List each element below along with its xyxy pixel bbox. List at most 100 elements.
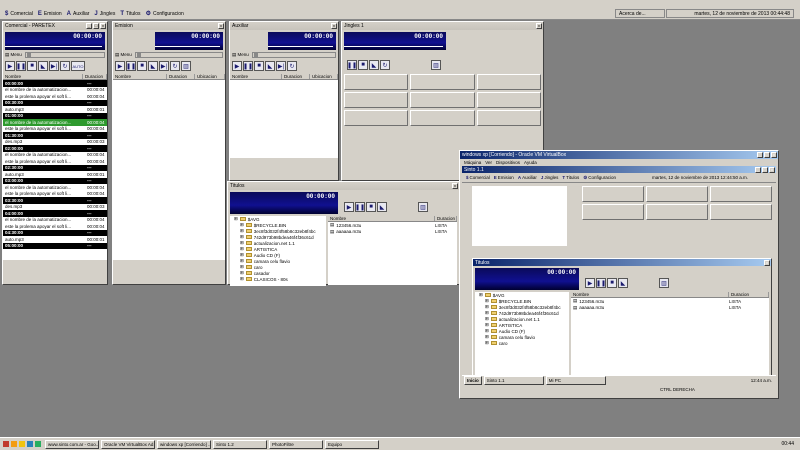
menu-item-jingles[interactable]: J Jingles bbox=[94, 11, 115, 17]
fade-button[interactable]: ◣ bbox=[38, 61, 48, 71]
vm-start-button[interactable]: Inicio bbox=[464, 376, 482, 385]
fade-button[interactable]: ◣ bbox=[618, 278, 628, 288]
pause-button[interactable]: ❚❚ bbox=[126, 61, 136, 71]
playlist-row[interactable]: auto.mp3 00:00:01 bbox=[3, 236, 107, 243]
playlist-row[interactable]: este la prolema apoyar el soft li... 00:0… bbox=[3, 93, 107, 100]
clear-button[interactable]: ▥ bbox=[418, 202, 428, 212]
menu-item-auxiliar[interactable]: A Auxiliar bbox=[67, 11, 90, 17]
loop-button[interactable]: ↻ bbox=[380, 60, 390, 70]
emision-menu-link[interactable]: ▤ Menu bbox=[115, 52, 132, 58]
fade-button[interactable]: ◣ bbox=[148, 61, 158, 71]
file-row[interactable]: ▤ aaaaaa.m3u LISTA bbox=[328, 229, 457, 236]
hour-marker-row[interactable]: 03:30:00 --- bbox=[3, 197, 107, 204]
about-button[interactable]: Acerca de... bbox=[615, 9, 665, 18]
jingle-slot[interactable] bbox=[476, 92, 541, 108]
auxiliar-menu-link[interactable]: ▤ Menu bbox=[232, 52, 249, 58]
file-row[interactable]: ▤ 123456.m3u LISTA bbox=[571, 298, 769, 305]
playlist-row[interactable]: este la prolema apoyar el soft li... 00:0… bbox=[3, 191, 107, 198]
vm-menu-item[interactable]: Ayuda bbox=[524, 160, 537, 165]
auxiliar-list[interactable] bbox=[230, 80, 338, 158]
loop-button[interactable]: ↻ bbox=[60, 61, 70, 71]
emision-slider[interactable] bbox=[134, 52, 223, 58]
expand-icon[interactable]: ⊞ bbox=[240, 276, 244, 282]
hour-marker-row[interactable]: 00:00:00 --- bbox=[3, 80, 107, 87]
playlist-row[interactable]: el nombre de la automatizacion... 00:00:0… bbox=[3, 119, 107, 126]
jingle-slot[interactable] bbox=[476, 74, 541, 90]
clear-button[interactable]: ▥ bbox=[431, 60, 441, 70]
jingle-slot[interactable] bbox=[582, 204, 644, 220]
expand-icon[interactable]: ⊞ bbox=[479, 292, 483, 298]
clear-button[interactable]: ▥ bbox=[659, 278, 669, 288]
playlist-row[interactable]: este la prolema apoyar el soft li... 00:0… bbox=[3, 158, 107, 165]
stop-button[interactable]: ■ bbox=[254, 61, 264, 71]
pause-button[interactable]: ❚❚ bbox=[596, 278, 606, 288]
close-button[interactable]: x bbox=[218, 23, 224, 29]
tree-item[interactable]: ⊞ caro bbox=[475, 340, 569, 346]
playlist-row[interactable]: auto.mp3 00:00:01 bbox=[3, 171, 107, 178]
titulos-file-list[interactable]: ▤ 123456.m3u LISTA ▤ aaaaaa.m3u LISTA bbox=[328, 222, 457, 285]
emision-titlebar[interactable]: Emision x bbox=[113, 22, 225, 30]
jingles-titlebar[interactable]: Jingles 1 x bbox=[342, 22, 543, 30]
close-button[interactable]: x bbox=[100, 23, 106, 29]
menu-item-comercial[interactable]: $ Comercial bbox=[5, 11, 33, 17]
maximize-button[interactable]: □ bbox=[93, 23, 99, 29]
play-button[interactable]: ▶ bbox=[5, 61, 15, 71]
play-button[interactable]: ▶ bbox=[232, 61, 242, 71]
menu-item-titulos[interactable]: T Titulos bbox=[120, 11, 140, 17]
pause-button[interactable]: ❚❚ bbox=[16, 61, 26, 71]
taskbar-button[interactable]: Equipo bbox=[325, 439, 379, 449]
hour-marker-row[interactable]: 00:30:00 --- bbox=[3, 99, 107, 106]
comercial-slider[interactable] bbox=[24, 52, 105, 58]
next-button[interactable]: ▶| bbox=[159, 61, 169, 71]
jingle-slot[interactable] bbox=[410, 74, 475, 90]
expand-icon[interactable]: ⊞ bbox=[485, 340, 489, 346]
pause-button[interactable]: ❚❚ bbox=[355, 202, 365, 212]
jingle-slot[interactable] bbox=[344, 110, 409, 126]
close-button[interactable]: x bbox=[764, 260, 770, 266]
minimize-button[interactable]: _ bbox=[757, 152, 763, 158]
sinto-menu-item[interactable]: $Comercial bbox=[466, 175, 490, 180]
loop-button[interactable]: ↻ bbox=[287, 61, 297, 71]
jingle-slot[interactable] bbox=[582, 186, 644, 202]
vm-file-list[interactable]: ▤ 123456.m3u LISTA ▤ aaaaaa.m3u LISTA bbox=[571, 298, 769, 379]
file-row[interactable]: ▤ aaaaaa.m3u LISTA bbox=[571, 305, 769, 312]
playlist-row[interactable]: este la prolema apoyar el soft li... 00:0… bbox=[3, 223, 107, 230]
close-button[interactable]: x bbox=[452, 183, 458, 189]
jingle-slot[interactable] bbox=[344, 74, 409, 90]
stop-button[interactable]: ■ bbox=[137, 61, 147, 71]
sinto-menu-item[interactable]: EEmision bbox=[494, 175, 514, 180]
jingle-slot[interactable] bbox=[646, 186, 708, 202]
fade-button[interactable]: ◣ bbox=[369, 60, 379, 70]
playlist-row[interactable]: auto.mp3 00:00:01 bbox=[3, 106, 107, 113]
jingle-slot[interactable] bbox=[646, 204, 708, 220]
menu-item-configuracion[interactable]: ⚙ Configuracion bbox=[146, 10, 184, 18]
hour-marker-row[interactable]: 02:00:00 --- bbox=[3, 145, 107, 152]
close-button[interactable]: x bbox=[771, 152, 777, 158]
titulos-folder-tree[interactable]: ⊞ $AVG ⊞ $RECYCLE.BIN ⊞ 3ec8f3d032f4f58b8c32e… bbox=[230, 216, 326, 286]
play-button[interactable]: ▶ bbox=[115, 61, 125, 71]
pause-button[interactable]: ❚❚ bbox=[243, 61, 253, 71]
stop-button[interactable]: ■ bbox=[358, 60, 368, 70]
vm-menu-item[interactable]: Máquina bbox=[464, 160, 481, 165]
file-row[interactable]: ▤ 123456.m3u LISTA bbox=[328, 222, 457, 229]
sinto-menu-item[interactable]: ⚙Configuracion bbox=[583, 175, 616, 181]
hour-marker-row[interactable]: 01:00:00 --- bbox=[3, 112, 107, 119]
hour-marker-row[interactable]: 04:30:00 --- bbox=[3, 229, 107, 236]
playlist-row[interactable]: el nombre de la automatizacion... 00:00:0… bbox=[3, 217, 107, 224]
stop-button[interactable]: ■ bbox=[366, 202, 376, 212]
comercial-menu-link[interactable]: ▤ Menu bbox=[5, 52, 22, 58]
stop-button[interactable]: ■ bbox=[607, 278, 617, 288]
hour-marker-row[interactable]: 03:00:00 --- bbox=[3, 177, 107, 184]
folder-icon[interactable] bbox=[19, 441, 25, 447]
playlist-row[interactable]: este la prolema apoyar el soft li... 00:0… bbox=[3, 126, 107, 133]
comercial-list[interactable]: 00:00:00 --- el nombre de la automatizacio… bbox=[3, 80, 107, 260]
jingle-slot[interactable] bbox=[476, 110, 541, 126]
next-button[interactable]: ▶| bbox=[49, 61, 59, 71]
clear-button[interactable]: ▥ bbox=[181, 61, 191, 71]
taskbar-button[interactable]: PhotoFiltre bbox=[269, 439, 323, 449]
taskbar-button[interactable]: www.sinto.com.ar - Goo... bbox=[45, 439, 99, 449]
expand-icon[interactable]: ⊞ bbox=[234, 216, 238, 222]
playlist-row[interactable]: des.mp3 00:00:03 bbox=[3, 139, 107, 146]
comercial-titlebar[interactable]: Comercial - PARETEX _ □ x bbox=[3, 22, 107, 30]
sinto-menu-item[interactable]: AAuxiliar bbox=[518, 175, 537, 180]
